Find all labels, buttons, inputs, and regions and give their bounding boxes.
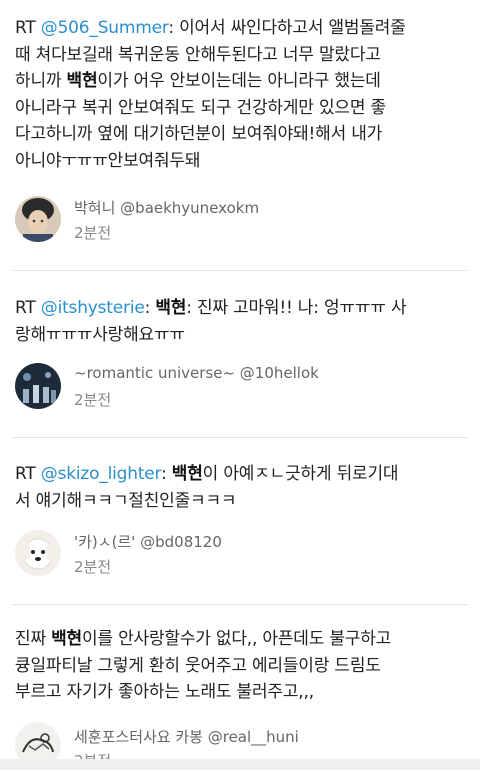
tweet-text: RT @itshysterie: 백현: 진짜 고마워!! 나: 엉ㅠㅠㅠ 사 … [15,295,470,348]
highlight-keyword: 백현 [155,298,187,318]
colon: : [144,298,156,318]
rt-prefix: RT [15,298,41,318]
text-line: 때 쳐다보길래 복귀운동 안해두된다고 너무 말랐다고 [15,44,381,65]
mention-link[interactable]: @skizo_lighter [41,464,161,484]
tweet-text: 진짜 백현이를 안사랑할수가 없다,, 아픈데도 불구하고 큥일파티날 그렇게 … [15,626,470,706]
timestamp: 2분전 [74,224,112,242]
text-segment: 이어서 싸인다하고서 앨범돌려줄 [179,18,406,38]
avatar[interactable] [15,196,61,242]
avatar[interactable] [15,363,61,409]
user-handle[interactable]: '카)ㅅ(르' @bd08120 [74,531,222,552]
text-line: 아니라구 복귀 안보여줘도 되구 건강하게만 있으면 좋 [15,97,386,118]
avatar-portrait-icon [15,196,61,242]
user-handle[interactable]: ~romantic universe~ @10hellok [74,364,319,382]
user-handle[interactable]: 세훈포스터사요 카봉 @real__huni [74,726,299,747]
highlight-keyword: 백현 [171,464,203,484]
text-line: 큥일파티날 그렇게 환히 웃어주고 에리들이랑 드림도 [15,655,381,676]
tweet-text: RT @skizo_lighter: 백현이 아예ㅈㄴ긋하게 뒤로기대 서 얘기… [15,461,470,514]
text-segment: 이 아예ㅈㄴ긋하게 뒤로기대 [202,464,399,484]
divider [12,270,468,271]
colon: : [161,464,172,484]
divider [12,604,468,605]
text-segment: 이를 안사랑할수가 없다,, 아픈데도 불구하고 [81,629,392,649]
rt-prefix: RT [15,464,41,484]
rt-prefix: RT [15,18,41,38]
timestamp: 2분전 [74,558,112,576]
text-segment: 진짜 [15,629,52,649]
mention-link[interactable]: @itshysterie [41,298,145,318]
text-line: 부르고 자기가 좋아하는 노래도 불러주고,,, [15,682,314,702]
text-segment: : 진짜 고마워!! 나: 엉ㅠㅠㅠ 사 [186,298,407,318]
colon: : [168,18,180,38]
bottom-bar [0,759,480,770]
avatar[interactable] [15,530,61,576]
text-line: 다고하니까 옆에 대기하던분이 보여줘야돼!해서 내가 [15,124,383,144]
mention-link[interactable]: @506_Summer [41,18,169,38]
text-line: 서 얘기해ㅋㅋㄱ절친인줄ㅋㅋㅋ [15,490,237,511]
avatar-stage-icon [15,363,61,409]
tweet-text: RT @506_Summer: 이어서 싸인다하고서 앨범돌려줄 때 쳐다보길래… [15,15,470,174]
user-handle[interactable]: 박혀니 @baekhyunexokm [74,197,259,218]
timestamp: 2분전 [74,391,112,409]
divider [12,437,468,438]
text-line: 아니야ㅜㅠㅠ안보여줘두돼 [15,150,201,171]
highlight-keyword: 백현 [66,71,98,91]
avatar-puppy-icon [15,530,61,576]
text-segment: 하니까 [15,71,67,91]
text-line: 랑해ㅠㅠㅠ사랑해요ㅠㅠ [15,324,185,345]
text-segment: 이가 어우 안보이는데는 아니라구 했는데 [97,71,381,91]
highlight-keyword: 백현 [51,629,82,649]
